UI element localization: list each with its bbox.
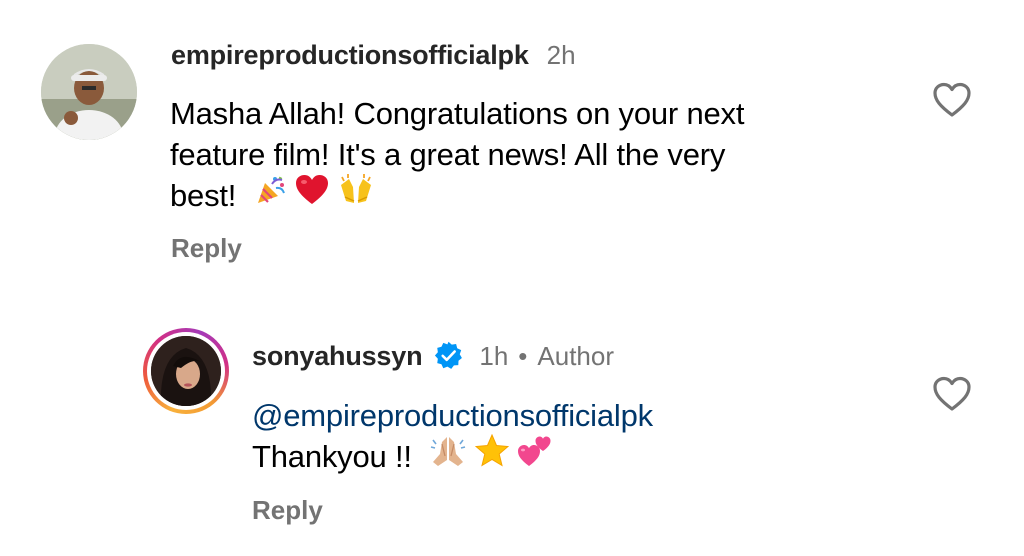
user-mention-link[interactable]: @empireproductionsofficialpk bbox=[252, 395, 653, 436]
avatar[interactable] bbox=[41, 44, 137, 140]
timestamp[interactable]: 2h bbox=[547, 40, 576, 71]
reply-button[interactable]: Reply bbox=[171, 233, 242, 264]
comment-header: sonyahussyn 1h • Author bbox=[252, 336, 614, 372]
meta-separator: • bbox=[518, 341, 528, 371]
party-popper-icon bbox=[255, 174, 287, 216]
comment-header: empireproductionsofficialpk 2h bbox=[171, 40, 576, 71]
like-heart-icon[interactable] bbox=[932, 82, 972, 118]
verified-badge-icon bbox=[435, 341, 463, 369]
comment-text: Masha Allah! Congratulations on your nex… bbox=[170, 93, 744, 220]
star-icon bbox=[474, 434, 509, 477]
two-hearts-icon bbox=[517, 434, 553, 478]
avatar-photo bbox=[151, 336, 221, 406]
avatar-photo bbox=[41, 44, 137, 140]
folded-hands-icon bbox=[430, 434, 466, 478]
author-badge: Author bbox=[537, 341, 615, 371]
reply-button[interactable]: Reply bbox=[252, 495, 323, 526]
timestamp[interactable]: 1h bbox=[479, 341, 508, 372]
username[interactable]: empireproductionsofficialpk bbox=[171, 40, 529, 71]
username[interactable]: sonyahussyn bbox=[252, 341, 423, 372]
raising-hands-icon bbox=[337, 173, 375, 217]
avatar bbox=[151, 336, 221, 406]
like-heart-icon[interactable] bbox=[932, 376, 972, 412]
red-heart-icon bbox=[295, 174, 329, 216]
comment-text: @empireproductionsofficialpk Thankyou !! bbox=[252, 395, 653, 481]
avatar-story-ring[interactable] bbox=[143, 328, 229, 414]
